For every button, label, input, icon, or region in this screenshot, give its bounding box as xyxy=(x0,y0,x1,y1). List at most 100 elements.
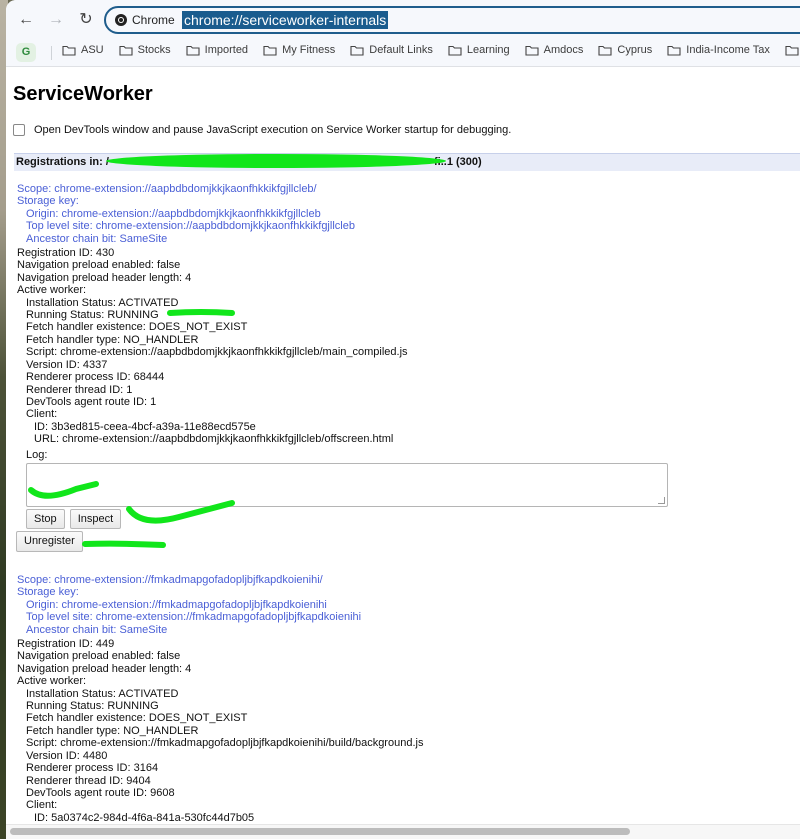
bookmarks-bar: G ASU Stocks Imported My Fitness Default Lin… xyxy=(6,40,800,67)
debug-checkbox-label: Open DevTools window and pause JavaScrip… xyxy=(34,124,512,136)
bookmark-label: Default Links xyxy=(369,44,433,56)
origin-line: Origin: chrome-extension://aapbdbdomjkkj… xyxy=(26,207,321,220)
origin-line: Origin: chrome-extension://fmkadmapgofad… xyxy=(26,598,327,611)
bookmarks-separator xyxy=(51,46,52,60)
storage-key-label: Storage key: xyxy=(17,195,79,208)
renderer-process-id: Renderer process ID: 68444 xyxy=(26,371,165,384)
nav-preload-enabled: Navigation preload enabled: false xyxy=(17,650,181,663)
redaction-mark xyxy=(82,540,166,548)
browser-window: ← → ↻ Chrome chrome://serviceworker-inte… xyxy=(6,0,800,839)
folder-icon xyxy=(62,45,76,56)
top-level-site-line: Top level site: chrome-extension://fmkad… xyxy=(26,611,362,624)
registration-entry: Scope: chrome-extension://fmkadmapgofado… xyxy=(17,574,423,824)
version-id: Version ID: 4337 xyxy=(26,358,108,371)
bookmark-label: India-Income Tax xyxy=(686,44,770,56)
bookmark-item[interactable]: Default Links xyxy=(350,44,433,56)
bookmark-item[interactable]: Imported xyxy=(186,44,248,56)
reload-icon[interactable]: ↻ xyxy=(76,10,96,30)
folder-icon xyxy=(525,45,539,56)
horizontal-scrollbar[interactable] xyxy=(6,824,800,839)
registration-id: Registration ID: 449 xyxy=(17,638,115,651)
active-worker-label: Active worker: xyxy=(17,675,87,688)
active-worker-label: Active worker: xyxy=(17,284,87,297)
client-url: URL: chrome-extension://aapbdbdomjkkjkao… xyxy=(34,433,394,446)
registration-id: Registration ID: 430 xyxy=(17,247,115,260)
bookmark-label: Cyprus xyxy=(617,44,653,56)
script-url: Script: chrome-extension://fmkadmapgofad… xyxy=(26,737,424,750)
bookmark-item[interactable]: ASU xyxy=(62,44,104,56)
url-text[interactable]: chrome://serviceworker-internals xyxy=(182,11,389,29)
folder-icon xyxy=(448,45,462,56)
running-status: Running Status: RUNNING xyxy=(26,700,159,713)
bookmark-item[interactable]: India-Income Tax xyxy=(667,44,770,56)
folder-icon xyxy=(186,45,200,56)
redaction-mark xyxy=(106,154,446,168)
client-label: Client: xyxy=(26,408,58,421)
forward-arrow-icon[interactable]: → xyxy=(46,10,66,30)
registration-entry: Scope: chrome-extension://aapbdbdomjkkjk… xyxy=(16,183,668,552)
folder-icon xyxy=(667,45,681,56)
bookmark-label: ASU xyxy=(81,44,104,56)
redaction-mark xyxy=(126,500,235,524)
redaction-mark xyxy=(28,481,99,499)
installation-status: Installation Status: ACTIVATED xyxy=(26,296,179,309)
registrations-count: (300) xyxy=(456,156,482,168)
bookmark-item[interactable]: Cyprus xyxy=(598,44,652,56)
storage-key-label: Storage key: xyxy=(17,586,79,599)
client-label: Client: xyxy=(26,799,58,812)
resize-grip-icon[interactable] xyxy=(658,496,665,504)
folder-icon xyxy=(598,45,612,56)
nav-preload-enabled: Navigation preload enabled: false xyxy=(17,259,181,272)
scope-line: Scope: chrome-extension://fmkadmapgofado… xyxy=(17,574,323,586)
back-arrow-icon[interactable]: ← xyxy=(16,10,36,30)
scope-line: Scope: chrome-extension://aapbdbdomjkkjk… xyxy=(17,183,317,195)
top-level-site-line: Top level site: chrome-extension://aapbd… xyxy=(26,220,355,233)
bookmark-label: Imported xyxy=(204,44,249,56)
bookmark-label: My Fitness xyxy=(282,44,336,56)
devtools-route-id: DevTools agent route ID: 1 xyxy=(26,395,157,408)
renderer-thread-id: Renderer thread ID: 9404 xyxy=(26,774,151,787)
profile-badge[interactable]: G xyxy=(16,43,36,62)
inspect-button[interactable]: Inspect xyxy=(69,508,122,530)
ancestor-chain-line: Ancestor chain bit: SameSite xyxy=(26,623,168,636)
folder-icon xyxy=(263,45,277,56)
fetch-handler-type: Fetch handler type: NO_HANDLER xyxy=(26,333,199,346)
unregister-button[interactable]: Unregister xyxy=(16,531,83,552)
page-title: ServiceWorker xyxy=(13,83,153,105)
address-bar[interactable]: Chrome chrome://serviceworker-internals xyxy=(104,6,800,34)
installation-status: Installation Status: ACTIVATED xyxy=(26,687,179,700)
folder-icon xyxy=(119,45,133,56)
bookmark-item[interactable]: Stocks xyxy=(119,44,171,56)
browser-toolbar: ← → ↻ Chrome chrome://serviceworker-inte… xyxy=(6,0,800,40)
stop-button[interactable]: Stop xyxy=(26,508,65,530)
bookmark-item[interactable]: A xyxy=(785,44,800,56)
debug-option: Open DevTools window and pause JavaScrip… xyxy=(13,124,511,136)
renderer-process-id: Renderer process ID: 3164 xyxy=(26,762,159,775)
log-textarea[interactable] xyxy=(26,462,668,507)
fetch-handler-type: Fetch handler type: NO_HANDLER xyxy=(26,724,199,737)
debug-checkbox[interactable] xyxy=(13,124,25,136)
worker-actions: Stop Inspect xyxy=(26,508,668,530)
nav-preload-header-length: Navigation preload header length: 4 xyxy=(17,662,192,675)
registrations-label: Registrations in: xyxy=(16,156,103,168)
bookmark-item[interactable]: Amdocs xyxy=(525,44,583,56)
renderer-thread-id: Renderer thread ID: 1 xyxy=(26,383,133,396)
bookmark-label: Learning xyxy=(466,44,510,56)
bookmark-item[interactable]: My Fitness xyxy=(263,44,335,56)
fetch-handler-existence: Fetch handler existence: DOES_NOT_EXIST xyxy=(26,712,248,725)
bookmark-item[interactable]: Learning xyxy=(448,44,510,56)
page-content: ServiceWorker Open DevTools window and p… xyxy=(6,67,800,825)
folder-icon xyxy=(785,45,799,56)
folder-icon xyxy=(350,45,364,56)
running-status: Running Status: RUNNING xyxy=(26,309,159,322)
omnibox-chip: Chrome xyxy=(132,13,175,27)
bookmark-label: Stocks xyxy=(137,44,171,56)
script-url: Script: chrome-extension://aapbdbdomjkkj… xyxy=(26,346,408,359)
redaction-mark xyxy=(167,309,235,316)
ancestor-chain-line: Ancestor chain bit: SameSite xyxy=(26,232,168,245)
bookmark-list: ASU Stocks Imported My Fitness Default Links… xyxy=(62,44,800,56)
client-id: ID: 5a0374c2-984d-4f6a-841a-530fc44d7b05 xyxy=(34,811,255,824)
fetch-handler-existence: Fetch handler existence: DOES_NOT_EXIST xyxy=(26,321,248,334)
chrome-logo-icon xyxy=(115,14,127,26)
scrollbar-thumb[interactable] xyxy=(10,828,630,835)
